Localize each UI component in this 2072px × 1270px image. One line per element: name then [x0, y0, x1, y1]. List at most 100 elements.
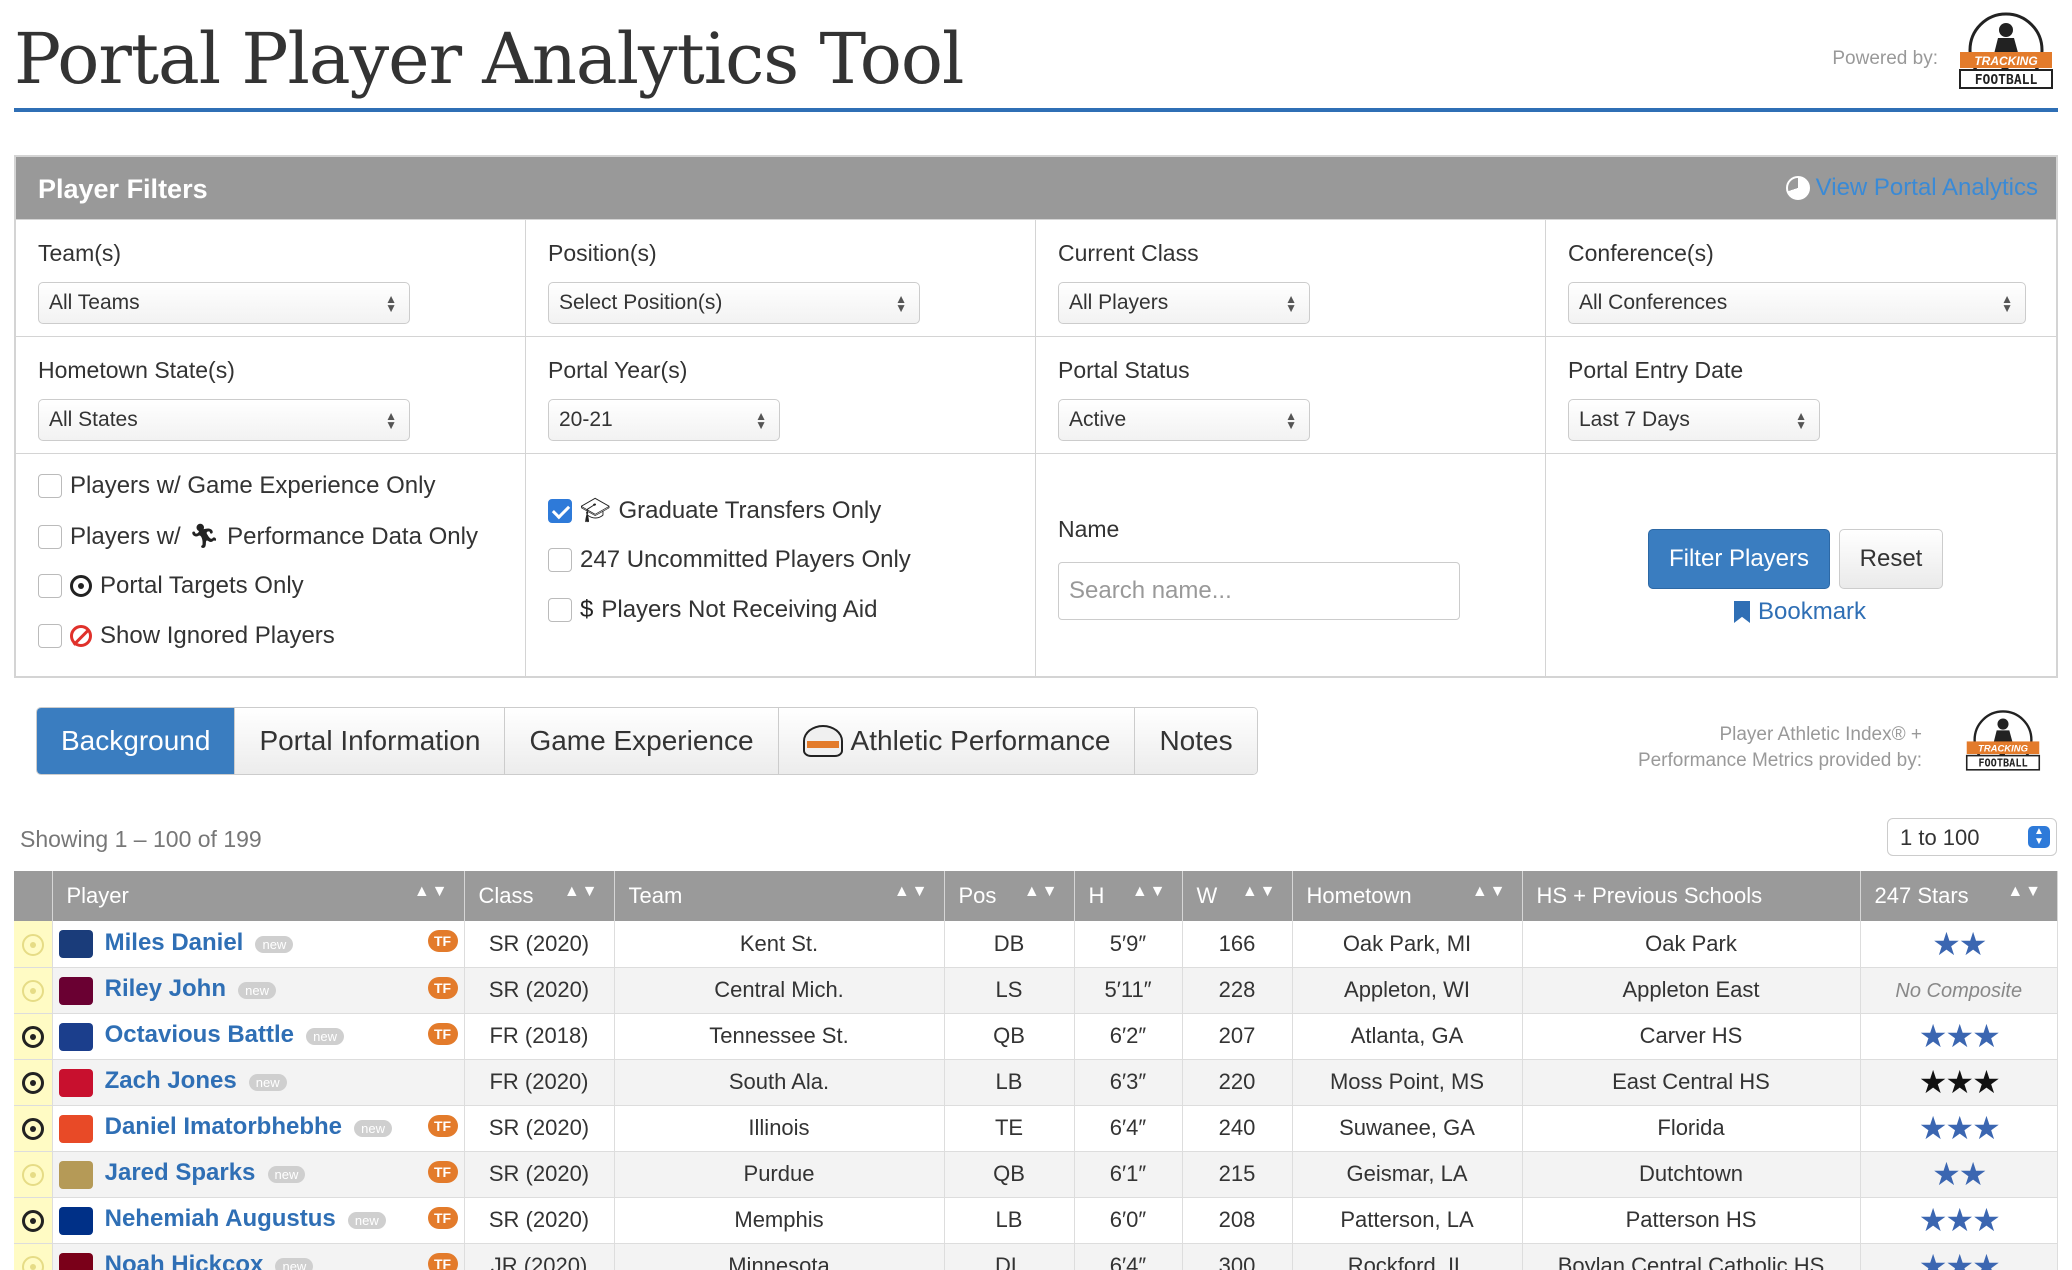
target-icon[interactable] [21, 1164, 44, 1187]
stars-cell: ★★ [1860, 921, 2058, 968]
select-arrows-icon: ▲ ▼ [385, 292, 397, 315]
table-row[interactable]: Daniel Imatorbhebhe new TF SR (2020) Ill… [14, 1105, 2058, 1152]
sort-arrows-icon: ▲▼ [1131, 883, 1168, 900]
height-cell: 6′0″ [1074, 1197, 1183, 1244]
target-toggle-cell[interactable] [14, 1151, 53, 1198]
tracking-football-badge[interactable]: TF [427, 930, 458, 952]
table-row[interactable]: Riley John new TF SR (2020) Central Mich… [14, 967, 2058, 1014]
hometown-cell: Moss Point, MS [1292, 1059, 1523, 1106]
positions-select[interactable]: Select Position(s) ▲ ▼ [548, 282, 920, 324]
target-icon[interactable] [21, 1072, 44, 1095]
tracking-football-badge[interactable]: TF [427, 1206, 458, 1229]
height-column-header[interactable]: H ▲▼ [1074, 871, 1183, 921]
current-class-select[interactable]: All Players ▲ ▼ [1058, 282, 1310, 324]
ignored-players-checkbox[interactable] [38, 624, 62, 648]
player-name-link[interactable]: Miles Daniel [105, 929, 244, 956]
table-row[interactable]: Zach Jones new FR (2020) South Ala. LB 6… [14, 1059, 2058, 1106]
teams-label: Team(s) [38, 240, 122, 266]
player-column-header[interactable]: Player ▲▼ [52, 871, 465, 921]
filters-header: Player Filters View Portal Analytics [16, 157, 2056, 219]
player-name-link[interactable]: Riley John [105, 975, 226, 1002]
table-row[interactable]: Jared Sparks new TF SR (2020) Purdue QB … [14, 1151, 2058, 1198]
game-experience-checkbox-row[interactable]: Players w/ Game Experience Only [38, 472, 435, 500]
name-search-input[interactable] [1058, 562, 1460, 620]
tracking-football-badge[interactable]: TF [427, 1114, 458, 1137]
target-icon[interactable] [21, 933, 44, 956]
schools-column-header: HS + Previous Schools [1522, 871, 1861, 921]
table-row[interactable]: Miles Daniel new TF SR (2020) Kent St. D… [14, 921, 2058, 968]
bookmark-link[interactable]: Bookmark [1734, 598, 1866, 626]
dollar-icon: $ [580, 596, 594, 623]
class-column-header[interactable]: Class ▲▼ [464, 871, 615, 921]
target-icon[interactable] [21, 1256, 44, 1270]
graduate-transfers-checkbox-row[interactable]: 🎓︎ Graduate Transfers Only [548, 496, 881, 525]
performance-data-checkbox-row[interactable]: Players w/ 🏃︎ Performance Data Only [38, 522, 478, 551]
player-name-link[interactable]: Octavious Battle [105, 1021, 294, 1048]
portal-targets-checkbox[interactable] [38, 574, 62, 598]
reset-button[interactable]: Reset [1839, 529, 1943, 589]
target-toggle-cell[interactable] [14, 967, 53, 1014]
player-name-link[interactable]: Daniel Imatorbhebhe [105, 1113, 342, 1140]
player-cell: Riley John new TF [52, 967, 465, 1014]
tab-notes[interactable]: Notes [1135, 708, 1257, 774]
tracking-football-badge[interactable]: TF [427, 1160, 458, 1183]
view-portal-analytics-link[interactable]: View Portal Analytics [1785, 174, 2038, 202]
player-name-link[interactable]: Noah Hickcox [105, 1251, 264, 1270]
no-aid-label: Players Not Receiving Aid [601, 596, 878, 623]
performance-data-checkbox[interactable] [38, 524, 62, 549]
target-toggle-cell[interactable] [14, 1013, 53, 1060]
filter-players-button[interactable]: Filter Players [1648, 529, 1830, 589]
uncommitted-checkbox[interactable] [548, 548, 572, 572]
tab-portal-information[interactable]: Portal Information [235, 708, 506, 774]
portal-status-select[interactable]: Active ▲ ▼ [1058, 399, 1310, 441]
weight-cell: 207 [1182, 1013, 1293, 1060]
tab-game-experience[interactable]: Game Experience [505, 708, 779, 774]
ignored-players-checkbox-row[interactable]: Show Ignored Players [38, 622, 335, 650]
select-arrows-icon: ▲ ▼ [1285, 409, 1297, 432]
graduate-transfers-checkbox[interactable] [548, 498, 572, 523]
no-aid-checkbox-row[interactable]: $ Players Not Receiving Aid [548, 596, 878, 624]
entry-date-label: Portal Entry Date [1568, 357, 1744, 383]
tracking-football-badge[interactable]: TF [427, 1022, 458, 1045]
tab-background[interactable]: Background [37, 708, 236, 774]
tracking-football-badge[interactable]: TF [427, 1252, 458, 1270]
portal-targets-checkbox-row[interactable]: Portal Targets Only [38, 572, 304, 600]
teams-select[interactable]: All Teams ▲ ▼ [38, 282, 410, 324]
uncommitted-checkbox-row[interactable]: 247 Uncommitted Players Only [548, 546, 911, 574]
hometown-select[interactable]: All States ▲ ▼ [38, 399, 410, 441]
target-toggle-cell[interactable] [14, 1197, 53, 1244]
stars-column-header[interactable]: 247 Stars ▲▼ [1860, 871, 2058, 921]
pos-column-header[interactable]: Pos ▲▼ [944, 871, 1075, 921]
target-icon[interactable] [21, 1026, 44, 1049]
conferences-select[interactable]: All Conferences ▲ ▼ [1568, 282, 2026, 324]
hometown-column-header[interactable]: Hometown ▲▼ [1292, 871, 1523, 921]
name-label: Name [1058, 516, 1120, 542]
player-name-link[interactable]: Jared Sparks [105, 1159, 256, 1186]
target-toggle-cell[interactable] [14, 1105, 53, 1152]
team-column-header[interactable]: Team ▲▼ [614, 871, 945, 921]
player-name-link[interactable]: Nehemiah Augustus [105, 1205, 336, 1232]
tab-athletic-performance[interactable]: Athletic Performance [778, 708, 1136, 774]
target-toggle-cell[interactable] [14, 1059, 53, 1106]
conferences-label: Conference(s) [1568, 240, 1714, 266]
height-cell: 6′4″ [1074, 1243, 1183, 1270]
schools-cell: Dutchtown [1522, 1151, 1861, 1198]
tracking-football-badge[interactable]: TF [427, 976, 458, 999]
player-name-link[interactable]: Zach Jones [105, 1067, 237, 1094]
current-class-label: Current Class [1058, 240, 1199, 266]
table-row[interactable]: Nehemiah Augustus new TF SR (2020) Memph… [14, 1197, 2058, 1244]
no-aid-checkbox[interactable] [548, 598, 572, 622]
portal-year-select[interactable]: 20-21 ▲ ▼ [548, 399, 780, 441]
entry-date-select[interactable]: Last 7 Days ▲ ▼ [1568, 399, 1820, 441]
target-icon[interactable] [21, 1118, 44, 1141]
view-portal-analytics-label: View Portal Analytics [1815, 174, 2038, 201]
target-toggle-cell[interactable] [14, 921, 53, 968]
target-icon[interactable] [21, 980, 44, 1003]
table-row[interactable]: Noah Hickcox new TF JR (2020) Minnesota … [14, 1243, 2058, 1270]
table-row[interactable]: Octavious Battle new TF FR (2018) Tennes… [14, 1013, 2058, 1060]
game-experience-checkbox[interactable] [38, 474, 62, 498]
weight-column-header[interactable]: W ▲▼ [1182, 871, 1293, 921]
target-toggle-cell[interactable] [14, 1243, 53, 1270]
target-icon[interactable] [21, 1210, 44, 1233]
page-range-select[interactable]: 1 to 100 ▲ ▼ [1887, 818, 2057, 856]
